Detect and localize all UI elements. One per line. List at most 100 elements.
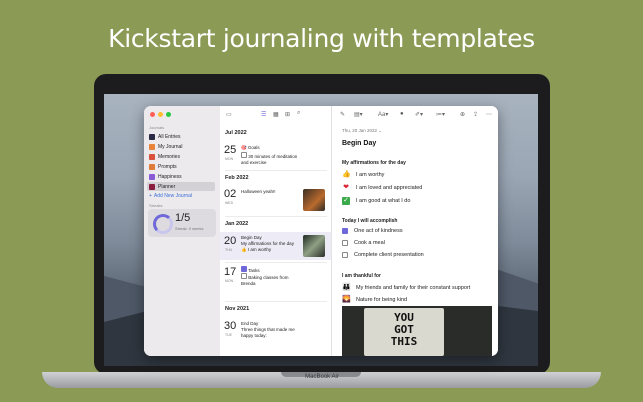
streaks-header: Streaks <box>149 203 163 208</box>
add-journal-button[interactable]: + Add New Journal <box>149 193 192 199</box>
checkbox-icon[interactable] <box>342 240 348 246</box>
streak-card[interactable]: 1/5 Streak: 0 weeks <box>148 209 216 237</box>
journal-color-swatch <box>149 143 155 150</box>
journal-my-journal[interactable]: My Journal <box>147 142 215 151</box>
entry-day: 30 <box>224 320 237 332</box>
checkbox-icon[interactable] <box>342 252 348 258</box>
entry-preview: 30 minutes of meditation and exercise <box>241 152 303 166</box>
entry-weekday: WED <box>225 201 234 205</box>
heart-icon: ❤ <box>343 184 349 191</box>
more-icon[interactable]: ⋯ <box>486 111 492 118</box>
journal-color-swatch <box>149 153 155 160</box>
thumbs-up-icon: 👍 <box>241 247 247 252</box>
entry-title-text: Goals <box>247 145 260 150</box>
entry-item[interactable]: 25 MON 🎯 Goals 30 minutes of meditation … <box>220 142 331 168</box>
entry-list: ▭ ☰ ▦ ⊞ ⌕ Jul 2022 25 MON 🎯 Goals 30 min… <box>220 106 332 356</box>
zoom-button[interactable] <box>166 112 171 117</box>
nature-icon: 🌄 <box>342 296 351 303</box>
section-heading: Today I will accomplish <box>342 218 398 224</box>
month-header: Jan 2022 <box>225 221 249 227</box>
list-view-icon[interactable]: ☰ <box>261 111 266 118</box>
add-journal-label: Add New Journal <box>153 193 192 199</box>
entry-preview-text: 30 minutes of meditation and exercise <box>241 154 298 165</box>
grid-view-icon[interactable]: ⊞ <box>285 111 290 118</box>
entry-photo[interactable]: YOU GOT THIS <box>342 306 492 356</box>
affirmation-row[interactable]: 👍 I am worthy <box>342 171 384 179</box>
calendar-view-icon[interactable]: ▦ <box>273 111 279 118</box>
gratitude-row[interactable]: 👪 My friends and family for their constan… <box>342 284 470 292</box>
affirmation-row[interactable]: ❤ I am loved and appreciated <box>342 184 422 192</box>
journal-label: Prompts <box>158 163 177 170</box>
task-text: Complete client presentation <box>354 252 424 258</box>
color-picker-icon[interactable]: ● <box>400 111 404 117</box>
entry-item-selected[interactable]: 20 THU Begin Day My affirmations for the… <box>220 232 331 260</box>
streak-label: Streak: 0 weeks <box>175 226 204 231</box>
affirmation-row[interactable]: ✓ I am good at what I do <box>342 197 410 205</box>
entry-date[interactable]: Thu, 20 Jan 2022 ⌄ <box>342 128 382 134</box>
entry-weekday: THU <box>225 248 233 252</box>
editor-pane: ✎ ▤▾ Aa▾ ● ✐▾ ≔▾ ⊕ ⇪ ⋯ Thu, 20 Jan 2022 … <box>332 106 498 356</box>
share-icon[interactable]: ⇪ <box>473 111 478 118</box>
journal-label: Planner <box>158 183 176 190</box>
compose-icon[interactable]: ✎ <box>340 111 345 118</box>
journal-memories[interactable]: Memories <box>147 152 215 161</box>
lightbox-sign: YOU GOT THIS <box>364 308 444 356</box>
entry-item[interactable]: 02 WED Halloween yeah!! <box>220 186 331 214</box>
task-text: One act of kindness <box>354 228 403 234</box>
journal-prompts[interactable]: Prompts <box>147 162 215 171</box>
month-header: Feb 2022 <box>225 175 249 181</box>
entry-preview: Three things that made me happy today: <box>241 327 295 338</box>
affirmation-text: I am worthy <box>356 172 385 178</box>
add-icon[interactable]: ⊕ <box>460 111 465 118</box>
entry-preview-text: I am worthy <box>247 247 272 252</box>
streak-value: 1/5 <box>175 212 191 224</box>
template-icon[interactable]: ▤▾ <box>354 111 363 118</box>
streak-progress-ring <box>153 214 173 234</box>
search-icon[interactable]: ⌕ <box>297 110 300 117</box>
plus-icon: + <box>149 193 152 199</box>
device-label: MacBook Air <box>305 374 339 380</box>
journal-label: Memories <box>158 153 180 160</box>
journal-planner[interactable]: Planner <box>147 182 215 191</box>
journal-color-swatch <box>149 183 155 190</box>
close-button[interactable] <box>150 112 155 117</box>
journal-all-entries[interactable]: All Entries <box>147 132 215 141</box>
divider <box>225 216 327 217</box>
sidebar-toggle-icon[interactable]: ▭ <box>226 111 232 118</box>
journal-color-swatch <box>149 133 155 140</box>
sidebar: Journals All Entries My Journal Memories… <box>144 106 221 356</box>
journal-label: Happiness <box>158 173 182 180</box>
checkbox-checked-icon[interactable] <box>342 228 348 234</box>
family-icon: 👪 <box>342 284 351 291</box>
minimize-button[interactable] <box>158 112 163 117</box>
entry-preview-text: Baking classes from Brenda <box>241 275 289 286</box>
entry-title-heading[interactable]: Begin Day <box>342 140 376 147</box>
task-row[interactable]: Cook a meal <box>342 240 385 246</box>
list-format-icon[interactable]: ≔▾ <box>436 111 445 118</box>
entry-weekday: MON <box>225 279 234 283</box>
sign-line: THIS <box>390 335 418 348</box>
thumbs-up-icon: 👍 <box>342 171 351 178</box>
window-controls <box>150 112 171 117</box>
entry-thumbnail <box>303 235 325 257</box>
journal-label: All Entries <box>158 133 181 140</box>
gratitude-text: Nature for being kind <box>356 297 408 303</box>
task-row[interactable]: One act of kindness <box>342 228 403 234</box>
entry-day: 02 <box>224 188 237 200</box>
entry-weekday: TUE <box>225 333 232 337</box>
affirmation-text: I am loved and appreciated <box>356 185 423 191</box>
checkbox-icon <box>241 152 247 158</box>
month-header: Jul 2022 <box>225 130 247 136</box>
entry-item[interactable]: 30 TUE End Day Three things that made me… <box>220 318 331 348</box>
gratitude-row[interactable]: 🌄 Nature for being kind <box>342 296 407 304</box>
journal-happiness[interactable]: Happiness <box>147 172 215 181</box>
section-heading: I am thankful for <box>342 273 381 279</box>
divider <box>225 170 327 171</box>
entry-preview-line2: 👍 I am worthy <box>241 247 303 253</box>
text-format-icon[interactable]: Aa▾ <box>378 111 388 118</box>
headline: Kickstart journaling with templates <box>108 24 535 53</box>
highlight-icon[interactable]: ✐▾ <box>415 111 423 118</box>
entry-item[interactable]: 17 MON Tasks Baking classes from Brenda <box>220 264 331 294</box>
task-row[interactable]: Complete client presentation <box>342 252 424 258</box>
journals-header: Journals <box>149 125 165 130</box>
